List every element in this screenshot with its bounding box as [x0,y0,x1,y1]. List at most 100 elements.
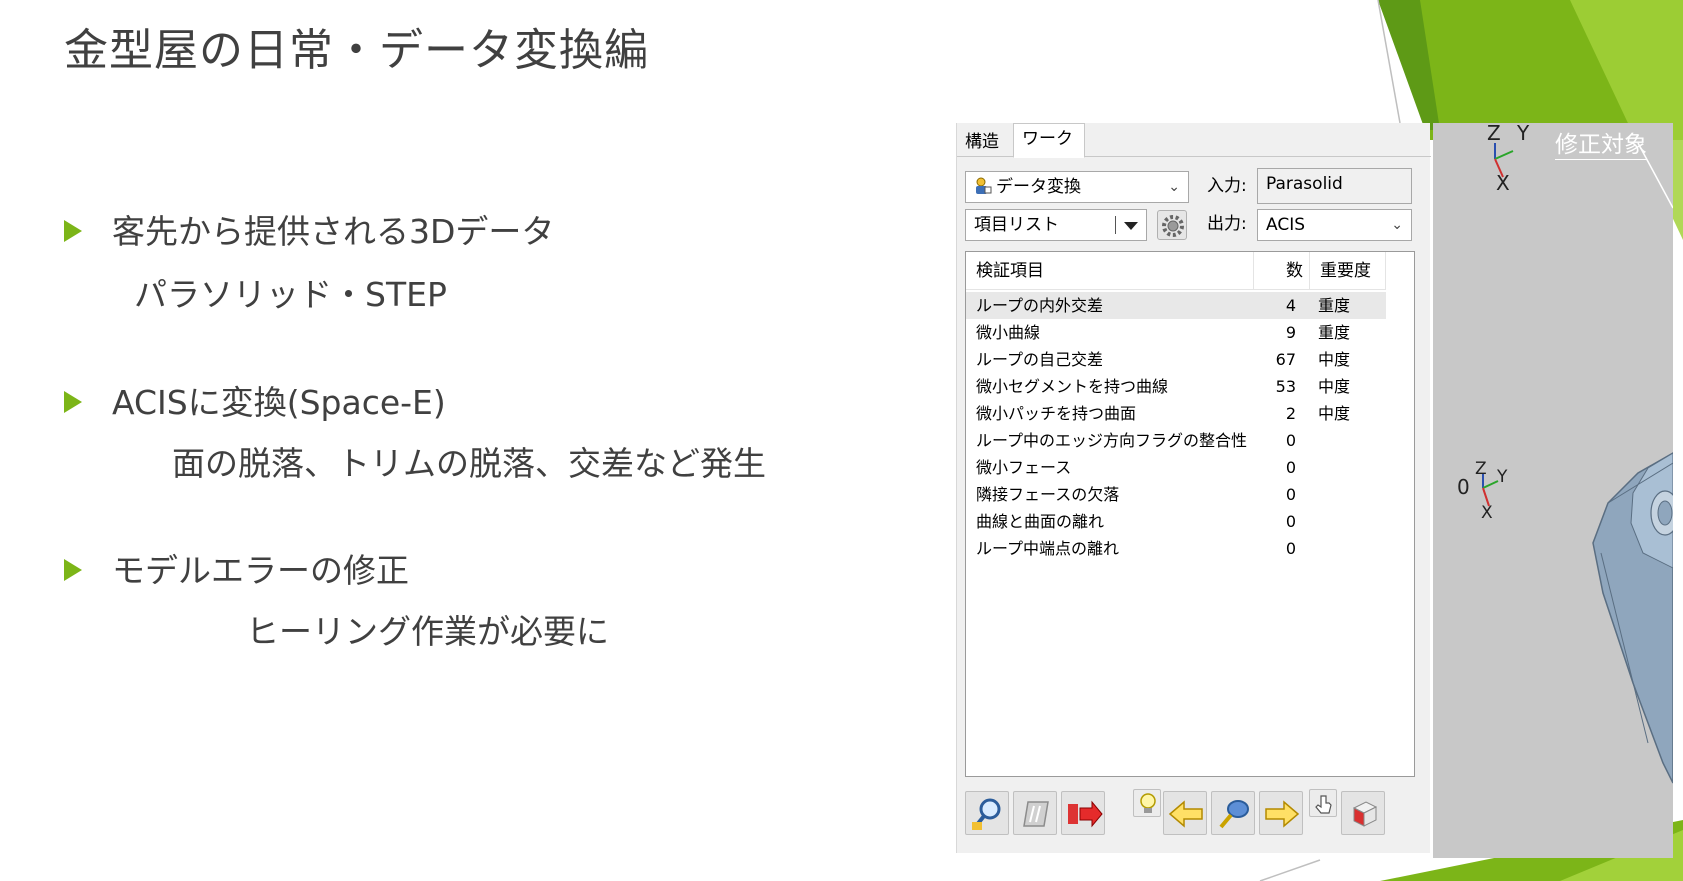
divider [1115,216,1116,234]
column-header-severity[interactable]: 重要度 [1310,252,1386,290]
edit-button[interactable] [1013,791,1057,835]
axis-z-label: Z [1487,123,1501,145]
bullet-item-1: 客先から提供される3Dデータ [64,205,554,253]
next-button[interactable] [1259,791,1303,835]
bullet-arrow-icon [64,390,82,413]
row-severity-cell: 中度 [1318,350,1351,369]
zoom-button[interactable] [1211,791,1255,835]
row-severity-cell: 中度 [1318,377,1351,396]
panel-toolbar [965,787,1425,837]
row-item-cell: 曲線と曲面の離れ [976,512,1105,531]
convert-button[interactable] [1061,791,1105,835]
input-field[interactable]: Parasolid [1257,168,1412,204]
row-item-cell: ループ中端点の離れ [976,539,1120,558]
list-select-value: 項目リスト [974,215,1059,235]
input-label: 入力: [1207,176,1247,196]
chevron-down-icon: ⌄ [1391,217,1403,233]
data-check-panel: 構造 ワーク データ変換 ⌄ 入力: Parasolid 項目リスト 出力: A… [956,123,1431,853]
bullet-sub-3: ヒーリング作業が必要に [246,612,609,651]
row-count-cell: 2 [1285,404,1296,423]
next-arrow-icon [1265,800,1300,828]
bullet-item-2: ACISに変換(Space-E) [64,376,446,424]
row-count-cell: 0 [1285,539,1296,558]
row-count-cell: 0 [1285,512,1296,531]
pointer-icon [1315,795,1332,814]
table-row[interactable]: ループの内外交差 4 重度 [966,292,1386,319]
tab-structure[interactable]: 構造 [957,127,1013,157]
zoom-icon [1219,800,1249,829]
settings-button[interactable] [1157,210,1187,240]
model-axis-x-label: X [1481,503,1493,523]
table-body: ループの内外交差 4 重度 微小曲線 9 重度 ループの自己交差 67 中度 微小セグメントを持つ… [966,292,1386,562]
table-row[interactable]: 微小パッチを持つ曲面 2 中度 [966,400,1386,427]
table-header: 検証項目 数 重要度 [966,252,1386,290]
row-count-cell: 0 [1285,458,1296,477]
output-select[interactable]: ACIS ⌄ [1257,209,1412,241]
row-count-cell: 0 [1285,485,1296,504]
check-result-table: 検証項目 数 重要度 ループの内外交差 4 重度 微小曲線 9 重度 ループの自己交差 67 中… [965,251,1415,777]
row-item-cell: ループの自己交差 [976,350,1104,369]
inspect-icon [972,798,1001,830]
model-axis-z-label: Z [1475,459,1487,479]
table-row[interactable]: 隣接フェースの欠落 0 [966,481,1386,508]
person-convert-icon [976,177,992,194]
axis-y-label: Y [1517,123,1530,145]
bullet-arrow-icon [64,558,82,581]
row-item-cell: ループ中のエッジ方向フラグの整合性 [976,431,1248,450]
row-count-cell: 9 [1285,323,1296,342]
row-count-cell: 4 [1285,296,1296,315]
bullet-sub-2: 面の脱落、トリムの脱落、交差など発生 [172,444,766,483]
hint-button[interactable] [1133,789,1161,817]
row-item-cell: 微小曲線 [976,323,1041,342]
row-severity-cell: 重度 [1318,323,1351,342]
previous-button[interactable] [1163,791,1207,835]
3d-viewport[interactable]: 修正対象 Z Y X 0 Z Y X [1433,123,1673,858]
table-row[interactable]: 微小フェース 0 [966,454,1386,481]
row-severity-cell: 中度 [1318,404,1351,423]
tab-bar: 構造 ワーク [957,123,1431,158]
bullet-sub-1: パラソリッド・STEP [134,275,447,314]
column-header-item[interactable]: 検証項目 [966,252,1254,290]
row-severity-cell: 重度 [1318,296,1351,315]
table-row[interactable]: ループ中のエッジ方向フラグの整合性 0 [966,427,1386,454]
viewport-label: 修正対象 [1555,125,1647,160]
row-item-cell: ループの内外交差 [976,296,1104,315]
table-row[interactable]: ループの自己交差 67 中度 [966,346,1386,373]
row-item-cell: 微小セグメントを持つ曲線 [976,377,1169,396]
row-count-cell: 67 [1275,350,1296,369]
tab-work[interactable]: ワーク [1013,123,1085,158]
inspect-button[interactable] [965,791,1009,835]
box-icon [1352,801,1378,827]
bulb-icon [1140,793,1156,813]
bullet-text: ACISに変換(Space-E) [112,383,446,422]
list-select[interactable]: 項目リスト [965,209,1147,241]
input-value: Parasolid [1266,174,1343,194]
row-item-cell: 隣接フェースの欠落 [976,485,1120,504]
dropdown-arrow-icon [1124,222,1138,230]
model-axis-y-label: Y [1497,467,1508,487]
chevron-down-icon: ⌄ [1168,179,1180,195]
bullet-arrow-icon [64,219,82,242]
edit-icon [1023,801,1049,827]
table-row[interactable]: 曲線と曲面の離れ 0 [966,508,1386,535]
prev-arrow-icon [1168,800,1203,828]
mode-select[interactable]: データ変換 ⌄ [965,171,1189,203]
row-count-cell: 0 [1285,431,1296,450]
column-header-count[interactable]: 数 [1254,252,1310,290]
mode-select-value: データ変換 [996,177,1081,197]
model-origin-label: 0 [1457,475,1470,499]
table-row[interactable]: 微小曲線 9 重度 [966,319,1386,346]
box-view-button[interactable] [1341,791,1385,835]
table-row[interactable]: 微小セグメントを持つ曲線 53 中度 [966,373,1386,400]
row-item-cell: 微小フェース [976,458,1072,477]
output-value: ACIS [1266,215,1306,235]
output-label: 出力: [1207,214,1247,234]
row-count-cell: 53 [1275,377,1296,396]
bullet-text: 客先から提供される3Dデータ [112,212,555,251]
table-row[interactable]: ループ中端点の離れ 0 [966,535,1386,562]
select-button[interactable] [1309,789,1337,817]
bullet-item-3: モデルエラーの修正 [64,544,409,592]
slide-title: 金型屋の日常・データ変換編 [64,25,649,76]
gear-icon [1162,215,1184,237]
row-item-cell: 微小パッチを持つ曲面 [976,404,1137,423]
